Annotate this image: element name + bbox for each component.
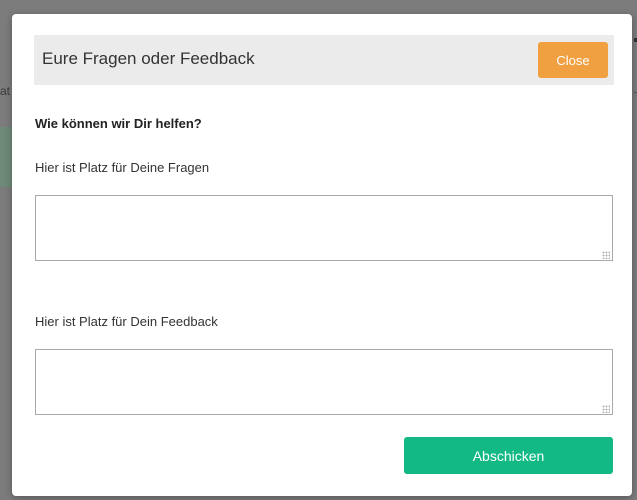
questions-resize-handle[interactable] [602,251,610,259]
feedback-textarea[interactable] [35,349,613,415]
questions-textarea[interactable] [35,195,613,261]
feedback-resize-handle[interactable] [602,405,610,413]
close-button[interactable]: Close [538,42,608,78]
background-text: at [0,84,11,98]
background-green-panel [0,127,12,187]
modal-header: Eure Fragen oder Feedback Close [34,35,614,85]
modal-title: Eure Fragen oder Feedback [42,49,255,68]
feedback-label: Hier ist Platz für Dein Feedback [35,314,218,329]
feedback-modal: Eure Fragen oder Feedback Close Wie könn… [12,14,632,496]
submit-button[interactable]: Abschicken [404,437,613,474]
help-heading: Wie können wir Dir helfen? [35,116,202,131]
questions-label: Hier ist Platz für Deine Fragen [35,160,210,175]
